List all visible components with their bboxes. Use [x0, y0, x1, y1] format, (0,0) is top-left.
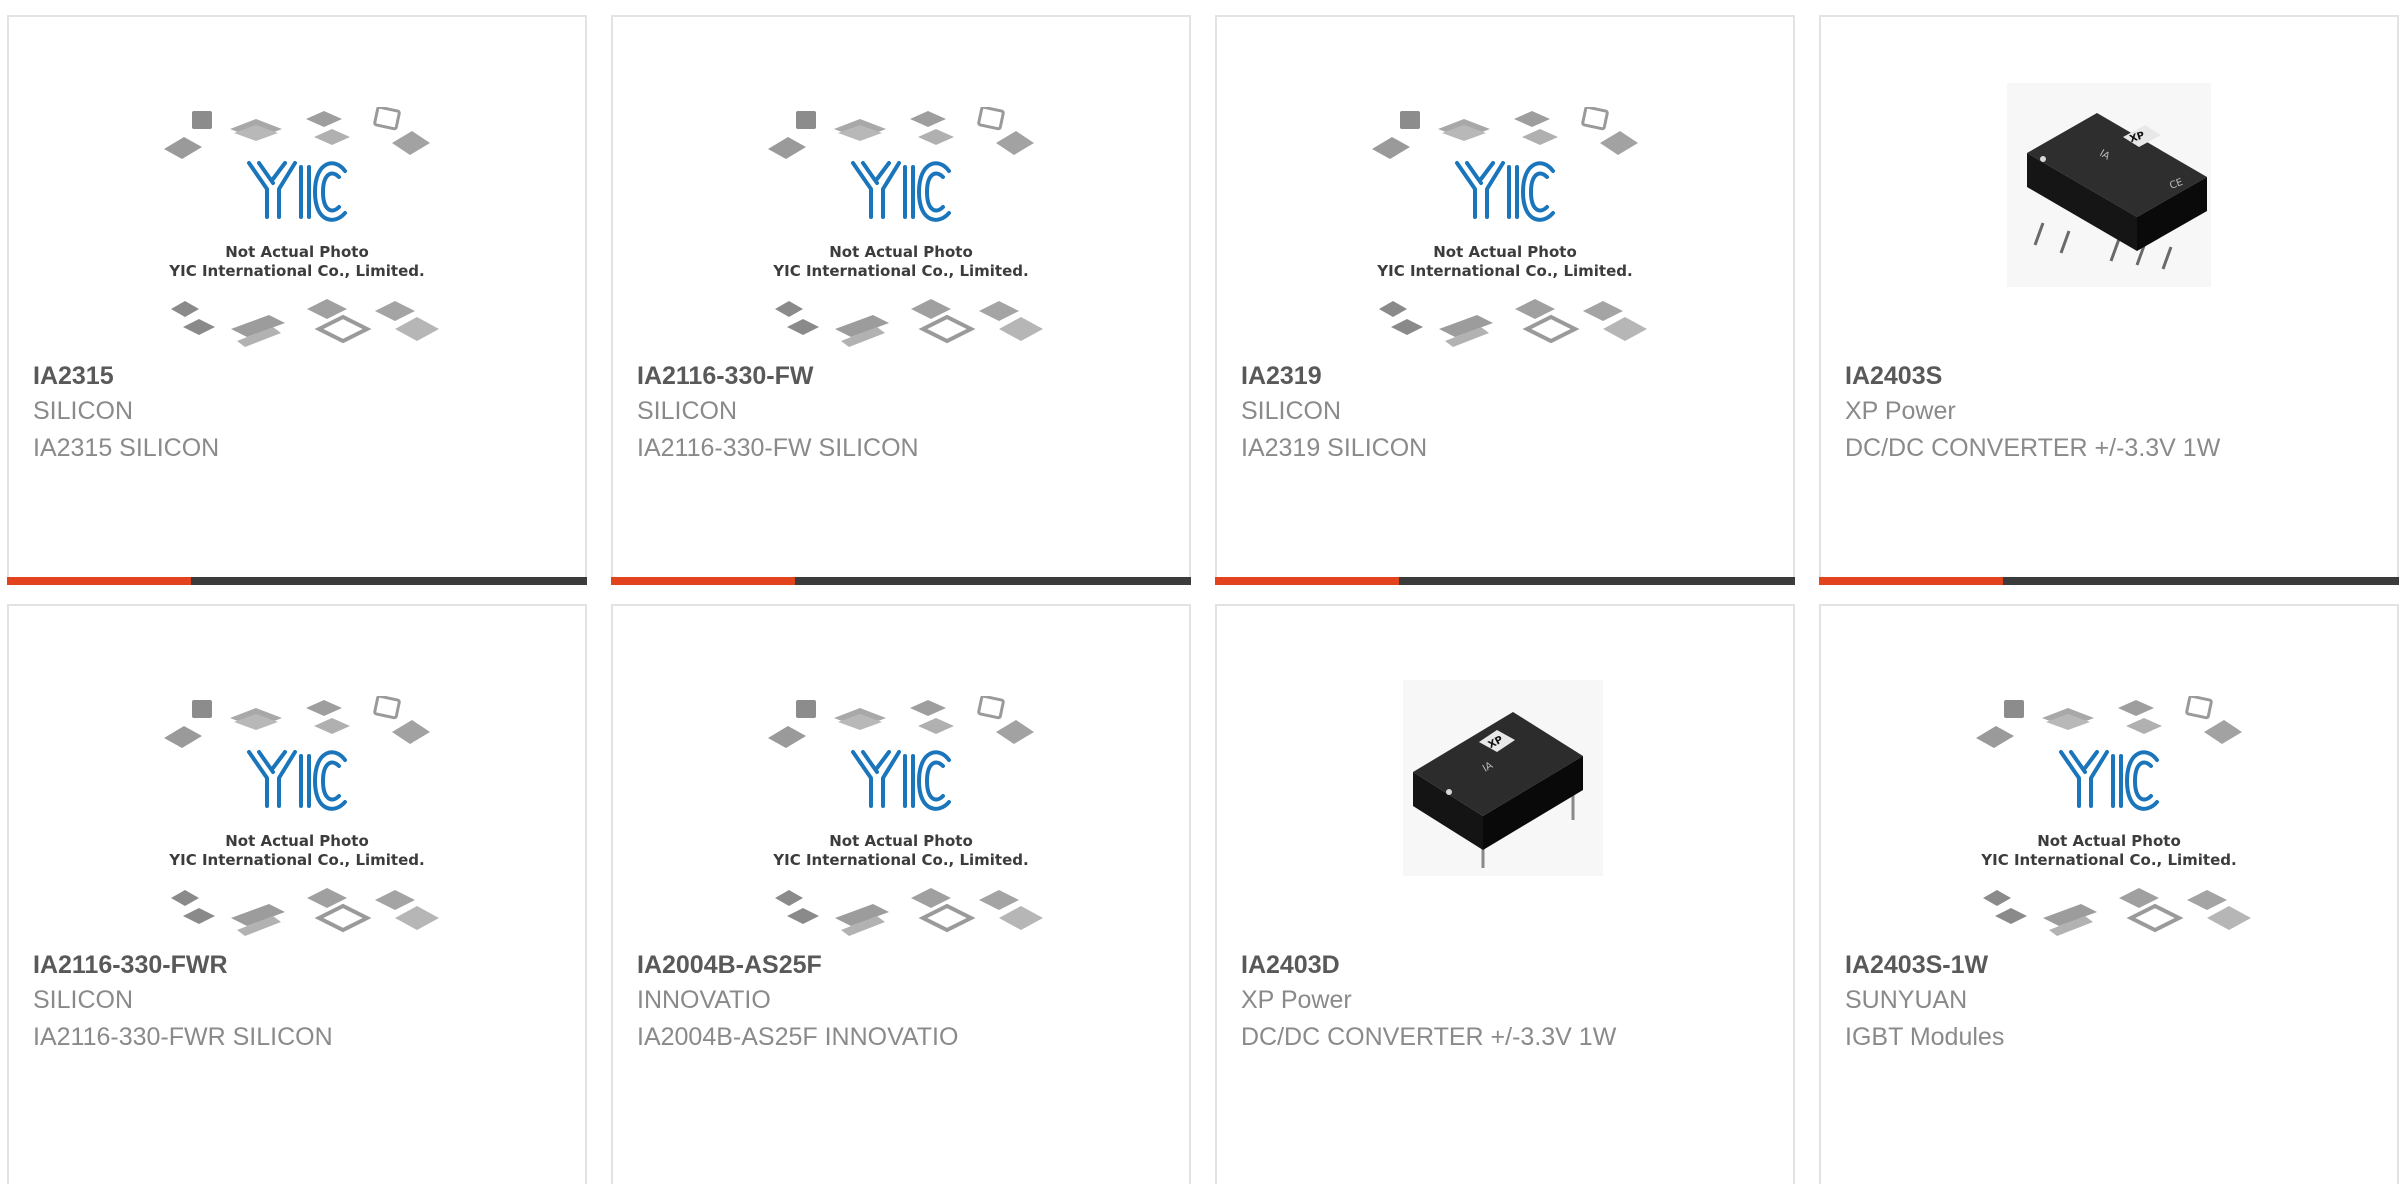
product-card[interactable]: Not Actual Photo YIC International Co., …: [7, 15, 587, 585]
placeholder-image[interactable]: Not Actual Photo YIC International Co., …: [1217, 17, 1793, 357]
product-card[interactable]: Not Actual Photo YIC International Co., …: [611, 604, 1191, 1184]
manufacturer-label: INNOVATIO: [637, 986, 771, 1014]
svg-text:YIC International Co., Limited: YIC International Co., Limited.: [168, 851, 424, 869]
svg-text:YIC International Co., Limited: YIC International Co., Limited.: [1376, 262, 1632, 280]
svg-text:YIC International Co., Limited: YIC International Co., Limited.: [772, 262, 1028, 280]
product-card[interactable]: XP IA IA2403D XP Power DC/DC CONVERTER +…: [1215, 604, 1795, 1184]
description-label: IA2004B-AS25F INNOVATIO: [637, 1023, 959, 1051]
svg-text:YIC International Co., Limited: YIC International Co., Limited.: [1980, 851, 2236, 869]
svg-text:Not Actual Photo: Not Actual Photo: [829, 832, 973, 850]
svg-text:Not Actual Photo: Not Actual Photo: [225, 243, 369, 261]
part-number-link[interactable]: IA2403D: [1241, 948, 1777, 982]
product-grid: Not Actual Photo YIC International Co., …: [0, 0, 2400, 1184]
svg-text:Not Actual Photo: Not Actual Photo: [829, 243, 973, 261]
product-card[interactable]: Not Actual Photo YIC International Co., …: [611, 15, 1191, 585]
part-number-link[interactable]: IA2116-330-FWR: [33, 948, 569, 982]
sip-module-photo[interactable]: XP IA CE: [1821, 17, 2397, 357]
manufacturer-label: XP Power: [1241, 986, 1352, 1014]
part-number-link[interactable]: IA2403S-1W: [1845, 948, 2381, 982]
svg-text:Not Actual Photo: Not Actual Photo: [1433, 243, 1577, 261]
part-number-link[interactable]: IA2403S: [1845, 359, 2381, 393]
manufacturer-label: SILICON: [1241, 397, 1342, 425]
product-card[interactable]: Not Actual Photo YIC International Co., …: [1819, 604, 2399, 1184]
placeholder-image[interactable]: Not Actual Photo YIC International Co., …: [1821, 606, 2397, 946]
placeholder-image[interactable]: Not Actual Photo YIC International Co., …: [613, 17, 1189, 357]
svg-text:YIC International Co., Limited: YIC International Co., Limited.: [168, 262, 424, 280]
placeholder-image[interactable]: Not Actual Photo YIC International Co., …: [9, 17, 585, 357]
placeholder-image[interactable]: Not Actual Photo YIC International Co., …: [9, 606, 585, 946]
svg-text:Not Actual Photo: Not Actual Photo: [2037, 832, 2181, 850]
description-label: DC/DC CONVERTER +/-3.3V 1W: [1845, 434, 2221, 462]
card-accent-bar: [611, 577, 1191, 585]
description-label: IA2319 SILICON: [1241, 434, 1428, 462]
card-accent-bar: [1819, 577, 2399, 585]
card-accent-bar: [1215, 577, 1795, 585]
manufacturer-label: SILICON: [33, 986, 134, 1014]
manufacturer-label: XP Power: [1845, 397, 1956, 425]
part-number-link[interactable]: IA2116-330-FW: [637, 359, 1173, 393]
placeholder-image[interactable]: Not Actual Photo YIC International Co., …: [613, 606, 1189, 946]
product-card[interactable]: Not Actual Photo YIC International Co., …: [1215, 15, 1795, 585]
svg-text:YIC International Co., Limited: YIC International Co., Limited.: [772, 851, 1028, 869]
part-number-link[interactable]: IA2319: [1241, 359, 1777, 393]
product-card[interactable]: XP IA CE IA2403S XP Power DC/DC CONVERTE…: [1819, 15, 2399, 585]
manufacturer-label: SILICON: [637, 397, 738, 425]
manufacturer-label: SILICON: [33, 397, 134, 425]
manufacturer-label: SUNYUAN: [1845, 986, 1968, 1014]
description-label: IA2315 SILICON: [33, 434, 220, 462]
svg-text:Not Actual Photo: Not Actual Photo: [225, 832, 369, 850]
description-label: IA2116-330-FW SILICON: [637, 434, 919, 462]
dip-module-photo[interactable]: XP IA: [1217, 606, 1793, 946]
description-label: IGBT Modules: [1845, 1023, 2005, 1051]
description-label: IA2116-330-FWR SILICON: [33, 1023, 333, 1051]
part-number-link[interactable]: IA2315: [33, 359, 569, 393]
description-label: DC/DC CONVERTER +/-3.3V 1W: [1241, 1023, 1617, 1051]
card-accent-bar: [7, 577, 587, 585]
part-number-link[interactable]: IA2004B-AS25F: [637, 948, 1173, 982]
product-card[interactable]: Not Actual Photo YIC International Co., …: [7, 604, 587, 1184]
